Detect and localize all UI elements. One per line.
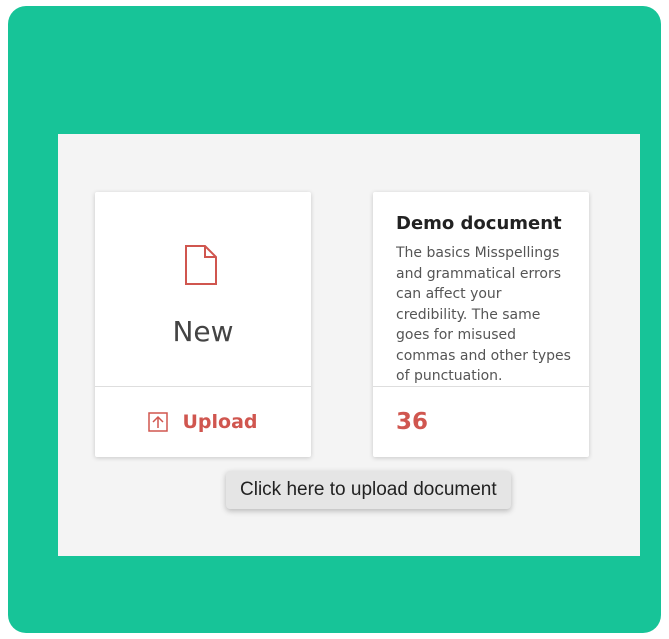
file-icon [185,245,217,285]
background-frame: New Upload Demo document The basics Miss… [8,6,661,633]
upload-button[interactable]: Upload [95,411,311,433]
document-score: 36 [396,409,429,435]
document-footer: 36 [373,387,589,457]
upload-tooltip: Click here to upload document [226,471,511,509]
document-preview[interactable]: Demo document The basics Misspellings an… [373,192,589,386]
new-document-label: New [172,315,234,348]
document-excerpt: The basics Misspellings and grammatical … [396,245,571,384]
documents-panel: New Upload Demo document The basics Miss… [58,134,640,556]
new-document-card[interactable]: New Upload [95,192,311,457]
upload-icon [148,412,169,432]
document-title: Demo document [396,213,562,234]
upload-area: Upload [95,387,311,457]
upload-label: Upload [182,411,258,433]
new-document-area[interactable]: New [95,192,311,386]
document-card[interactable]: Demo document The basics Misspellings an… [373,192,589,457]
